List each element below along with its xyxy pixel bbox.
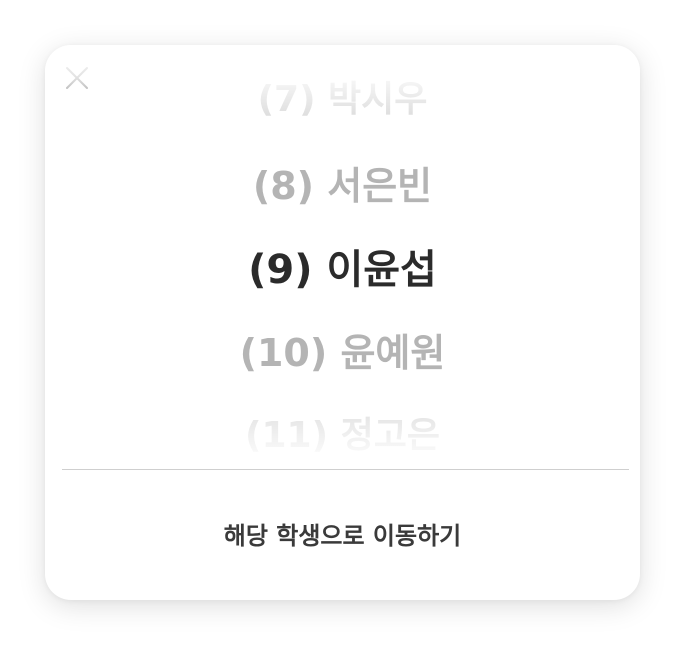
picker-item-selected[interactable]: (9) 이윤섭 [45, 250, 640, 290]
picker-item[interactable]: (8) 서은빈 [45, 167, 640, 205]
divider [62, 469, 629, 470]
go-to-student-button[interactable]: 해당 학생으로 이동하기 [45, 471, 640, 600]
picker-item[interactable]: (7) 박시우 [45, 82, 640, 118]
student-picker-dialog: (7) 박시우 (8) 서은빈 (9) 이윤섭 (10) 윤예원 (11) 정고… [45, 45, 640, 600]
picker-item[interactable]: (10) 윤예원 [45, 334, 640, 372]
student-wheel-picker[interactable]: (7) 박시우 (8) 서은빈 (9) 이윤섭 (10) 윤예원 (11) 정고… [45, 45, 640, 469]
picker-item[interactable]: (11) 정고은 [45, 418, 640, 454]
